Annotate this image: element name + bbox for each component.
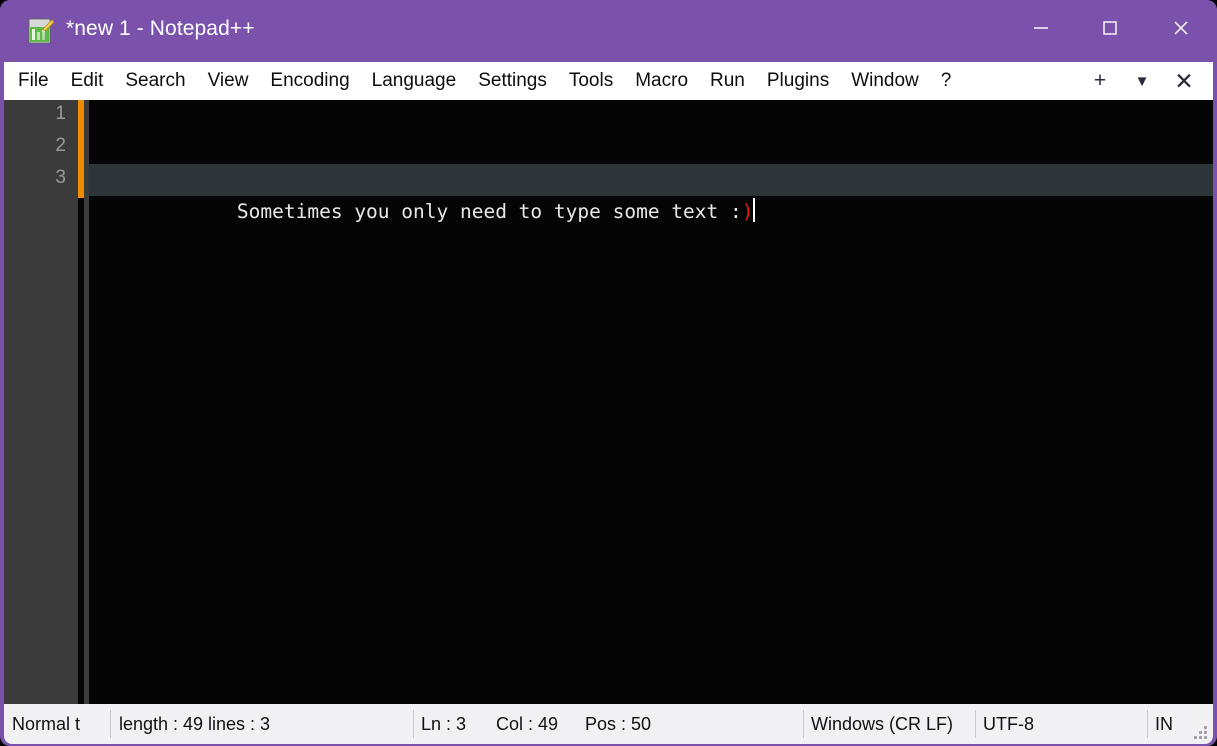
- editor-area[interactable]: 1 2 3 Sometimes you only need to type so…: [4, 100, 1213, 704]
- status-col: Col : 49: [496, 713, 559, 734]
- menu-item-edit[interactable]: Edit: [60, 62, 115, 100]
- line-number: 3: [55, 167, 66, 188]
- status-separator-4: [975, 710, 976, 738]
- status-separator-5: [1147, 710, 1148, 738]
- status-separator-3: [803, 710, 804, 738]
- menu-bar-controls: + ▼ ✕: [1079, 62, 1213, 100]
- code-line-3[interactable]: Sometimes you only need to type some tex…: [89, 164, 1213, 223]
- window-title: *new 1 - Notepad++: [66, 17, 255, 40]
- maximize-button[interactable]: [1080, 0, 1140, 56]
- status-separator-2: [413, 710, 414, 738]
- code-line-1[interactable]: [89, 100, 1213, 132]
- menu-item-settings[interactable]: Settings: [467, 62, 558, 100]
- status-file-type: Normal t: [12, 713, 81, 734]
- code-line-2[interactable]: [89, 132, 1213, 164]
- close-document-icon[interactable]: ✕: [1163, 62, 1205, 100]
- menu-item-help[interactable]: ?: [930, 62, 963, 100]
- status-separator-1: [110, 710, 111, 738]
- status-ln: Ln : 3: [421, 713, 467, 734]
- app-icon: [28, 18, 55, 45]
- title-bar: *new 1 - Notepad++: [0, 0, 1217, 62]
- new-tab-icon[interactable]: +: [1079, 62, 1121, 100]
- status-eol: Windows (CR LF): [811, 713, 954, 734]
- menu-item-window[interactable]: Window: [840, 62, 930, 100]
- status-pos: Pos : 50: [585, 713, 652, 734]
- line-number-gutter: 1 2 3: [4, 100, 78, 704]
- status-bar: Normal t length : 49 lines : 3 Ln : 3 Co…: [4, 704, 1213, 744]
- line-number: 1: [55, 103, 66, 124]
- menu-item-language[interactable]: Language: [361, 62, 468, 100]
- menu-item-file[interactable]: File: [7, 62, 60, 100]
- menu-item-tools[interactable]: Tools: [558, 62, 624, 100]
- status-length: length : 49: [119, 713, 204, 734]
- menu-item-encoding[interactable]: Encoding: [259, 62, 360, 100]
- notepad-plus-plus-window: *new 1 - Notepad++ File Edit Search View…: [0, 0, 1217, 746]
- status-encoding: UTF-8: [983, 713, 1034, 734]
- code-text-area[interactable]: Sometimes you only need to type some tex…: [89, 100, 1213, 704]
- menu-item-search[interactable]: Search: [114, 62, 196, 100]
- code-line-3-text: Sometimes you only need to type some tex…: [236, 200, 742, 223]
- text-caret: [752, 198, 755, 222]
- line-number: 2: [55, 135, 66, 156]
- resize-grip-icon[interactable]: [1194, 726, 1208, 740]
- minimize-button[interactable]: [1011, 0, 1071, 56]
- menu-item-run[interactable]: Run: [699, 62, 756, 100]
- menu-item-view[interactable]: View: [197, 62, 260, 100]
- close-button[interactable]: [1151, 0, 1211, 56]
- menu-bar: File Edit Search View Encoding Language …: [4, 62, 1213, 100]
- status-line-count: lines : 3: [208, 713, 271, 734]
- menu-item-plugins[interactable]: Plugins: [756, 62, 840, 100]
- menu-item-macro[interactable]: Macro: [624, 62, 699, 100]
- chevron-down-icon[interactable]: ▼: [1121, 62, 1163, 100]
